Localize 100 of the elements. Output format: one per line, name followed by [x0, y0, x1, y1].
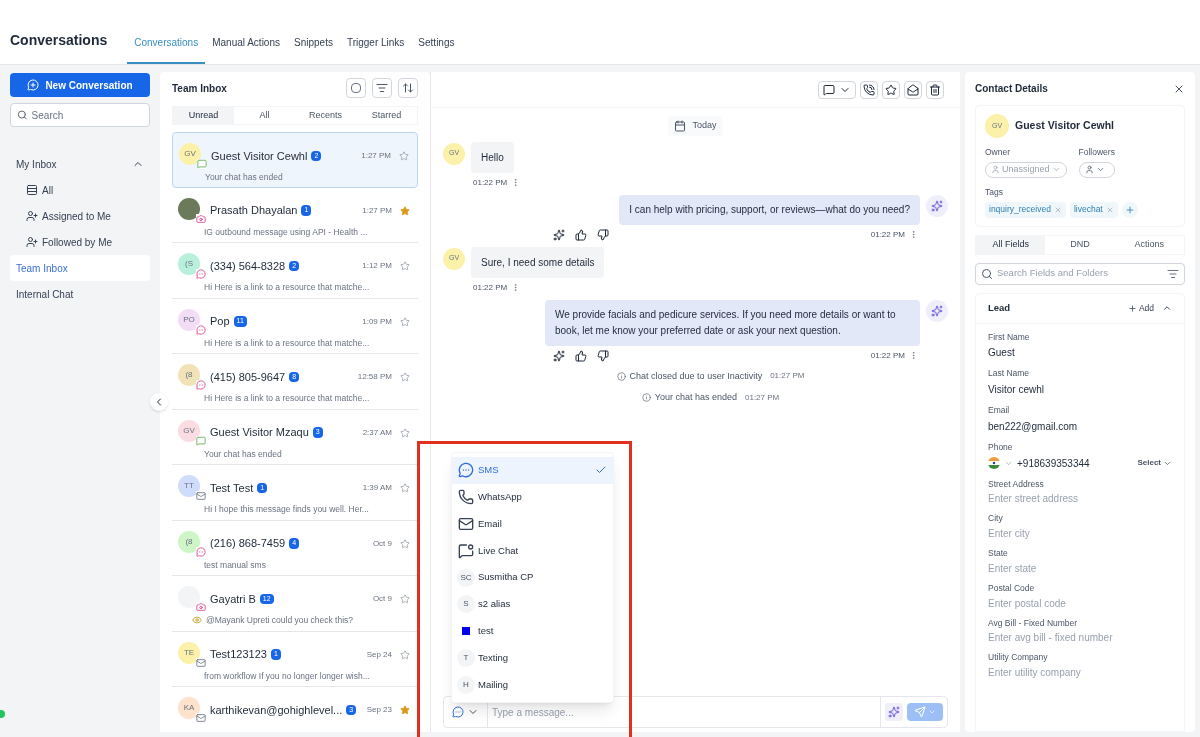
star-icon[interactable]: [400, 483, 410, 493]
field-value[interactable]: Visitor cewhl: [988, 382, 1172, 397]
select-all-checkbox[interactable]: [351, 83, 361, 93]
nav-item[interactable]: Team Inbox: [10, 255, 150, 281]
nav-tab[interactable]: Trigger Links: [339, 35, 412, 64]
filter-button[interactable]: [372, 78, 392, 98]
star-icon[interactable]: [400, 261, 410, 271]
channel-option[interactable]: WhatsApp: [452, 483, 613, 511]
filter-tab[interactable]: Recents: [295, 107, 356, 124]
ai-button[interactable]: [885, 703, 903, 721]
field-input[interactable]: Enter utility company: [988, 666, 1172, 679]
sort-button[interactable]: [398, 78, 418, 98]
field-input[interactable]: Enter city: [988, 527, 1172, 540]
mail-button[interactable]: [904, 80, 922, 99]
field-label: Followers: [1078, 146, 1115, 159]
thumbs-up-icon[interactable]: [575, 228, 587, 241]
field-label: Owner: [985, 146, 1012, 159]
channel-option[interactable]: Live Chat: [452, 537, 613, 565]
event-time: 01:27 PM: [770, 370, 805, 383]
filter-icon[interactable]: [1167, 267, 1179, 280]
chat-icon: [458, 542, 474, 559]
channel-option[interactable]: SC Susmitha CP: [452, 564, 613, 591]
field-tab[interactable]: DND: [1045, 235, 1115, 254]
field-input[interactable]: Enter avg bill - fixed number: [988, 631, 1172, 645]
nav-item[interactable]: Internal Chat: [10, 281, 150, 307]
channel-option[interactable]: S s2 alias: [452, 591, 613, 618]
search-field[interactable]: Search: [10, 103, 150, 127]
sparkles-icon[interactable]: [553, 228, 565, 241]
collapse-button[interactable]: [150, 393, 168, 411]
field-tab[interactable]: Actions: [1114, 235, 1184, 254]
camera-icon: [196, 213, 206, 224]
filter-tab[interactable]: Starred: [356, 107, 417, 124]
sort-icon: [402, 82, 414, 94]
chevron-up-icon[interactable]: [1162, 303, 1172, 313]
field-input[interactable]: Enter postal code: [988, 596, 1172, 610]
star-icon: [885, 83, 897, 96]
star-icon[interactable]: [400, 205, 410, 216]
channel-option[interactable]: Email: [452, 510, 613, 538]
field-value[interactable]: Guest: [988, 345, 1172, 361]
star-icon[interactable]: [400, 649, 410, 660]
search-icon: [981, 267, 993, 280]
info-icon: [641, 393, 651, 403]
event-text: Chat closed due to user Inactivity: [629, 369, 763, 383]
thumbs-down-icon[interactable]: [597, 228, 609, 241]
select-all-button[interactable]: [346, 78, 366, 98]
contact-name: Test123123: [210, 647, 267, 663]
thumbs-down-icon[interactable]: [597, 349, 609, 362]
search-input[interactable]: Search Fields and Folders: [997, 266, 1163, 281]
filter-tab[interactable]: All: [234, 107, 295, 124]
more-icon[interactable]: [909, 230, 918, 239]
message-input[interactable]: Type a message...: [488, 697, 880, 727]
channel-option[interactable]: T Texting: [452, 644, 613, 672]
star-icon[interactable]: [400, 594, 410, 604]
delete-button[interactable]: [926, 80, 944, 99]
nav-tab[interactable]: Conversations: [127, 35, 206, 64]
nav-item[interactable]: All: [10, 177, 150, 203]
remove-icon[interactable]: [1053, 205, 1062, 214]
star-icon[interactable]: [400, 705, 410, 715]
channel-option[interactable]: test: [452, 617, 613, 645]
message-bubble: I can help with pricing, support, or reviews—what do you need?: [619, 194, 920, 225]
sparkles-icon[interactable]: [553, 349, 565, 362]
channel-select-button[interactable]: [818, 80, 856, 99]
message-icon: [196, 380, 206, 390]
call-button[interactable]: [860, 80, 878, 99]
channel-option[interactable]: SMS: [452, 457, 613, 484]
field-search[interactable]: Search Fields and Folders: [975, 262, 1185, 285]
star-icon[interactable]: [400, 316, 410, 327]
send-button[interactable]: [907, 703, 943, 721]
star-icon[interactable]: [400, 538, 410, 549]
nav-item[interactable]: Assigned to Me: [10, 203, 150, 229]
remove-icon[interactable]: [1105, 205, 1114, 214]
star-icon[interactable]: [400, 372, 410, 382]
nav-tab[interactable]: Settings: [411, 35, 462, 64]
channel-option[interactable]: H Mailing: [452, 671, 613, 699]
filter-tab[interactable]: Unread: [173, 107, 234, 124]
contact-name: Test Test: [210, 480, 254, 496]
nav-tab[interactable]: Manual Actions: [205, 35, 287, 64]
nav-item[interactable]: My Inbox: [10, 151, 150, 177]
field-label: City: [988, 512, 1004, 525]
field-tab[interactable]: All Fields: [976, 235, 1046, 254]
add-field-button[interactable]: Add: [1127, 301, 1154, 315]
star-icon[interactable]: [399, 151, 409, 161]
star-button[interactable]: [882, 80, 900, 99]
field-input[interactable]: Enter state: [988, 561, 1172, 575]
field-value[interactable]: ben222@gmail.com: [988, 418, 1172, 434]
timestamp: Oct 9: [372, 537, 392, 550]
timestamp: 1:09 PM: [362, 315, 392, 328]
field-input[interactable]: Enter street address: [988, 492, 1172, 506]
new-conversation-button[interactable]: New Conversation: [10, 73, 150, 97]
chat-icon: [196, 435, 206, 446]
thumbs-up-icon[interactable]: [575, 349, 587, 362]
field-value[interactable]: +918639353344: [1017, 455, 1090, 471]
search-input[interactable]: Search: [31, 107, 143, 123]
star-icon[interactable]: [400, 427, 410, 438]
avatar: KA: [178, 697, 200, 719]
more-icon[interactable]: [909, 351, 918, 360]
phone-type-select[interactable]: Select: [1137, 457, 1172, 469]
nav-tab[interactable]: Snippets: [287, 35, 340, 64]
nav-item[interactable]: Followed by Me: [10, 229, 150, 255]
add-tag-button[interactable]: [1121, 201, 1138, 218]
